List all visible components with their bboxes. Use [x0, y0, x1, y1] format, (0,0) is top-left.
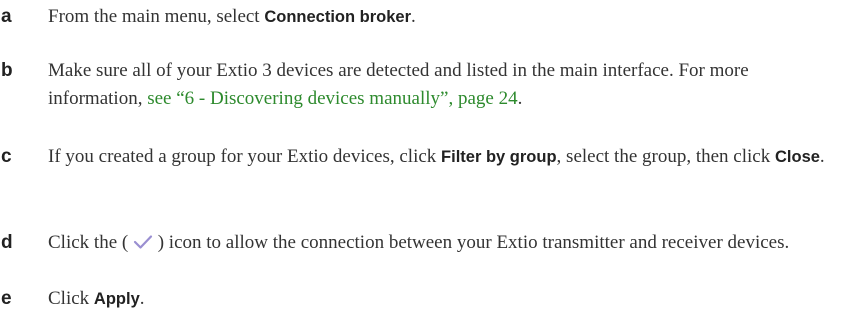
- step-text-part: .: [517, 88, 523, 109]
- step-letter: d: [1, 232, 13, 253]
- checkmark-icon: [133, 235, 153, 249]
- ui-term-connection-broker: Connection broker: [264, 8, 412, 26]
- step-text: Click Apply.: [48, 285, 838, 313]
- inline-icon-group: ( ): [122, 232, 164, 253]
- instruction-steps: a From the main menu, select Connection …: [0, 0, 845, 316]
- icon-paren-open: (: [121, 232, 129, 253]
- step-text: Make sure all of your Extio 3 devices ar…: [48, 57, 838, 113]
- step-text-part: If you created a group for your Extio de…: [48, 146, 442, 167]
- step-letter: e: [1, 288, 12, 309]
- step-text-part: .: [411, 6, 416, 27]
- step-letter: c: [1, 146, 12, 167]
- cross-reference-link[interactable]: see “6 - Discovering devices manually”, …: [147, 88, 517, 109]
- step-text: From the main menu, select Connection br…: [48, 3, 838, 31]
- ui-term-close: Close: [774, 148, 820, 166]
- ui-term-apply: Apply: [93, 290, 140, 308]
- step-text-part: Click the: [48, 232, 122, 253]
- step-text: Click the ( ) icon to allow the connecti…: [48, 229, 838, 257]
- step-text-part: Click: [48, 288, 94, 309]
- step-text-part: From the main menu, select: [48, 6, 265, 27]
- step-letter: b: [1, 60, 13, 81]
- step-text-part: .: [139, 288, 145, 309]
- step-letter: a: [1, 6, 12, 27]
- step-text-part: , select the group, then click: [556, 146, 775, 167]
- step-text: If you created a group for your Extio de…: [48, 143, 838, 171]
- ui-term-filter-by-group: Filter by group: [441, 148, 557, 166]
- step-text-part: icon to allow the connection between you…: [164, 232, 790, 253]
- step-text-part: .: [819, 146, 825, 167]
